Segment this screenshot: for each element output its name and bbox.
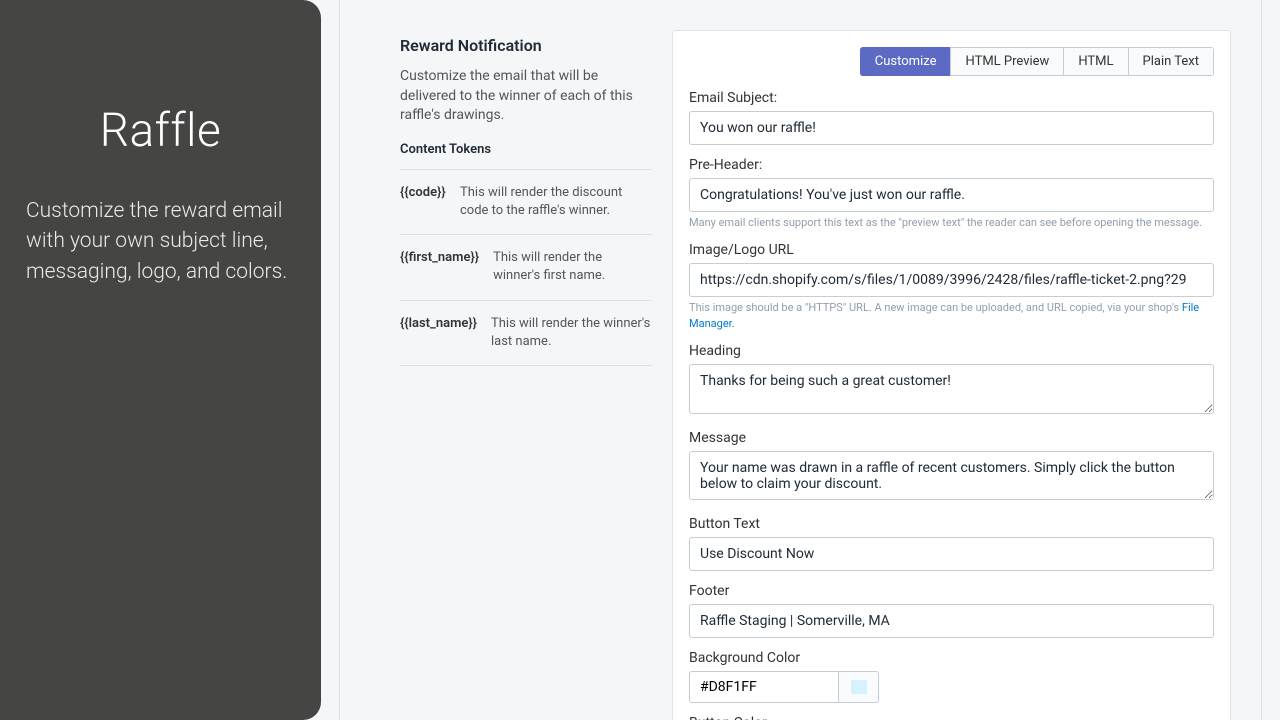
heading-input[interactable] xyxy=(689,364,1214,414)
tab-bar: Customize HTML Preview HTML Plain Text xyxy=(689,47,1214,76)
hero-blurb: Customize the reward email with your own… xyxy=(26,196,295,287)
token-row: {{first_name}} This will render the winn… xyxy=(400,235,652,300)
button-color-label: Button Color xyxy=(689,715,1214,720)
token-key: {{first_name}} xyxy=(400,249,479,285)
message-label: Message xyxy=(689,430,1214,446)
pre-header-input[interactable] xyxy=(689,178,1214,212)
email-subject-label: Email Subject: xyxy=(689,90,1214,106)
token-row: {{code}} This will render the discount c… xyxy=(400,170,652,235)
token-row: {{last_name}} This will render the winne… xyxy=(400,301,652,366)
background-color-swatch-wrap[interactable] xyxy=(839,671,879,703)
token-key: {{code}} xyxy=(400,184,446,220)
email-subject-input[interactable] xyxy=(689,111,1214,145)
tab-plain-text[interactable]: Plain Text xyxy=(1128,47,1214,76)
editor-card: Customize HTML Preview HTML Plain Text E… xyxy=(672,30,1231,720)
tab-html[interactable]: HTML xyxy=(1063,47,1128,76)
token-desc: This will render the winner's first name… xyxy=(493,249,652,285)
info-column: Reward Notification Customize the email … xyxy=(400,30,652,720)
background-color-input[interactable] xyxy=(689,671,839,703)
token-desc: This will render the discount code to th… xyxy=(460,184,652,220)
heading-label: Heading xyxy=(689,343,1214,359)
pre-header-label: Pre-Header: xyxy=(689,157,1214,173)
section-desc: Customize the email that will be deliver… xyxy=(400,67,652,126)
main-area: Reward Notification Customize the email … xyxy=(321,0,1280,720)
pre-header-help: Many email clients support this text as … xyxy=(689,215,1214,230)
tokens-header: Content Tokens xyxy=(400,130,652,170)
button-text-input[interactable] xyxy=(689,537,1214,571)
token-desc: This will render the winner's last name. xyxy=(491,315,652,351)
token-key: {{last_name}} xyxy=(400,315,477,351)
image-url-label: Image/Logo URL xyxy=(689,242,1214,258)
background-color-swatch xyxy=(851,680,867,694)
image-url-input[interactable] xyxy=(689,263,1214,297)
message-input[interactable] xyxy=(689,451,1214,500)
footer-label: Footer xyxy=(689,583,1214,599)
section-heading: Reward Notification xyxy=(400,36,652,55)
background-color-label: Background Color xyxy=(689,650,1214,666)
footer-input[interactable] xyxy=(689,604,1214,638)
button-text-label: Button Text xyxy=(689,516,1214,532)
tab-html-preview[interactable]: HTML Preview xyxy=(950,47,1064,76)
hero-panel: Raffle Customize the reward email with y… xyxy=(0,0,321,720)
tab-customize[interactable]: Customize xyxy=(860,47,952,76)
hero-title: Raffle xyxy=(26,104,295,158)
image-url-help: This image should be a "HTTPS" URL. A ne… xyxy=(689,300,1214,331)
